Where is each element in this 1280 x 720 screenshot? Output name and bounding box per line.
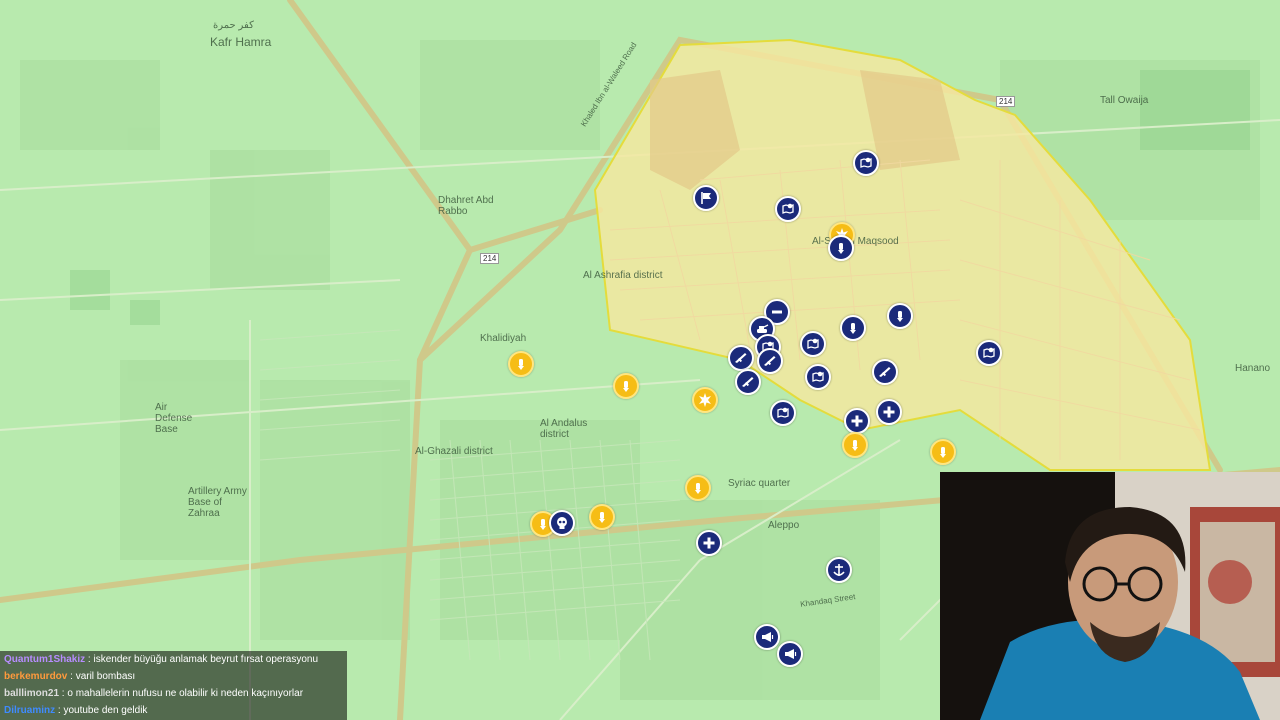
chat-text: : varil bombası [67, 671, 136, 682]
map-label-road-214b: 214 [996, 96, 1016, 107]
chat-username: balllimon21 [4, 688, 60, 699]
bomb-icon [935, 444, 951, 460]
marker-bomb[interactable] [685, 475, 711, 501]
marker-explosion[interactable] [692, 387, 718, 413]
webcam-overlay [940, 472, 1280, 720]
map-label-artillery: Artillery Army Base of Zahraa [188, 486, 247, 519]
marker-rifle[interactable] [728, 345, 754, 371]
bomb-icon [618, 378, 634, 394]
chat-text: : iskender büyüğu anlamak beyrut fırsat … [85, 654, 319, 665]
medical-icon [701, 535, 717, 551]
bomb-icon [690, 480, 706, 496]
megaphone-icon [782, 646, 798, 662]
marker-bomb[interactable] [613, 373, 639, 399]
map-label-ghazali: Al-Ghazali district [415, 446, 493, 457]
marker-rifle[interactable] [735, 369, 761, 395]
chat-overlay: Quantum1Shakiz : iskender büyüğu anlamak… [0, 651, 347, 720]
bomb-icon [847, 437, 863, 453]
map-label-aleppo: Aleppo [768, 520, 800, 531]
marker-map-pin[interactable] [976, 340, 1002, 366]
bomb-icon [513, 356, 529, 372]
marker-map-pin[interactable] [770, 400, 796, 426]
rifle-icon [877, 364, 893, 380]
bomb-icon [845, 320, 861, 336]
anchor-icon [831, 562, 847, 578]
marker-bomb[interactable] [589, 504, 615, 530]
chat-username: berkemurdov [4, 671, 68, 682]
medical-icon [881, 404, 897, 420]
marker-bomb[interactable] [828, 235, 854, 261]
marker-rifle[interactable] [872, 359, 898, 385]
marker-bomb[interactable] [887, 303, 913, 329]
map-label-dhahret: Dhahret Abd Rabbo [438, 195, 494, 217]
marker-bomb[interactable] [930, 439, 956, 465]
map-pin-icon [805, 336, 821, 352]
map-label-air-defense: Air Defense Base [155, 402, 193, 435]
webcam-feed-image [940, 472, 1280, 720]
rifle-icon [740, 374, 756, 390]
marker-megaphone[interactable] [777, 641, 803, 667]
map-label-khalidiyah: Khalidiyah [480, 333, 527, 344]
marker-medical[interactable] [696, 530, 722, 556]
marker-rifle[interactable] [757, 348, 783, 374]
marker-map-pin[interactable] [775, 196, 801, 222]
chat-message: balllimon21 : o mahallelerin nufusu ne o… [4, 688, 303, 699]
map-label-andalus: Al Andalus district [540, 418, 588, 440]
map-pin-icon [780, 201, 796, 217]
flag-icon [698, 190, 714, 206]
rifle-icon [733, 350, 749, 366]
marker-bomb[interactable] [840, 315, 866, 341]
marker-medical[interactable] [844, 408, 870, 434]
marker-megaphone[interactable] [754, 624, 780, 650]
marker-map-pin[interactable] [800, 331, 826, 357]
bomb-icon [892, 308, 908, 324]
chat-text: : o mahallelerin nufusu ne olabilir ki n… [59, 688, 304, 699]
bomb-icon [594, 509, 610, 525]
map-label-kafr-hamra: Kafr Hamra [210, 35, 272, 49]
skull-icon [554, 515, 570, 531]
chat-message: berkemurdov : varil bombası [4, 671, 135, 682]
marker-map-pin[interactable] [805, 364, 831, 390]
marker-map-pin[interactable] [853, 150, 879, 176]
map-pin-icon [775, 405, 791, 421]
map-pin-icon [858, 155, 874, 171]
map-label-syriac: Syriac quarter [728, 478, 791, 489]
chat-message: Dilruaminz : youtube den geldik [4, 705, 147, 716]
map-pin-icon [981, 345, 997, 361]
megaphone-icon [759, 629, 775, 645]
marker-medical[interactable] [876, 399, 902, 425]
rifle-icon [762, 353, 778, 369]
map-label-ashrafia: Al Ashrafia district [583, 270, 663, 281]
medical-icon [849, 413, 865, 429]
marker-skull[interactable] [549, 510, 575, 536]
map-label-road-214a: 214 [480, 253, 500, 264]
chat-username: Quantum1Shakiz [4, 654, 86, 665]
map-label-maqsood: Al-Sheikh Maqsood [812, 236, 899, 247]
explosion-icon [697, 392, 713, 408]
map-label-hanano: Hanano [1235, 363, 1271, 374]
no-entry-icon [769, 304, 785, 320]
map-pin-icon [810, 369, 826, 385]
marker-bomb[interactable] [842, 432, 868, 458]
chat-message: Quantum1Shakiz : iskender büyüğu anlamak… [4, 654, 318, 665]
marker-flag[interactable] [693, 185, 719, 211]
chat-text: : youtube den geldik [55, 705, 148, 716]
map-label-tall-owaija: Tall Owaija [1100, 95, 1149, 106]
map-label-kafr-hamra-ar: كفر حمرة [213, 20, 254, 31]
chat-username: Dilruaminz [4, 705, 56, 716]
marker-bomb[interactable] [508, 351, 534, 377]
bomb-icon [833, 240, 849, 256]
marker-anchor[interactable] [826, 557, 852, 583]
